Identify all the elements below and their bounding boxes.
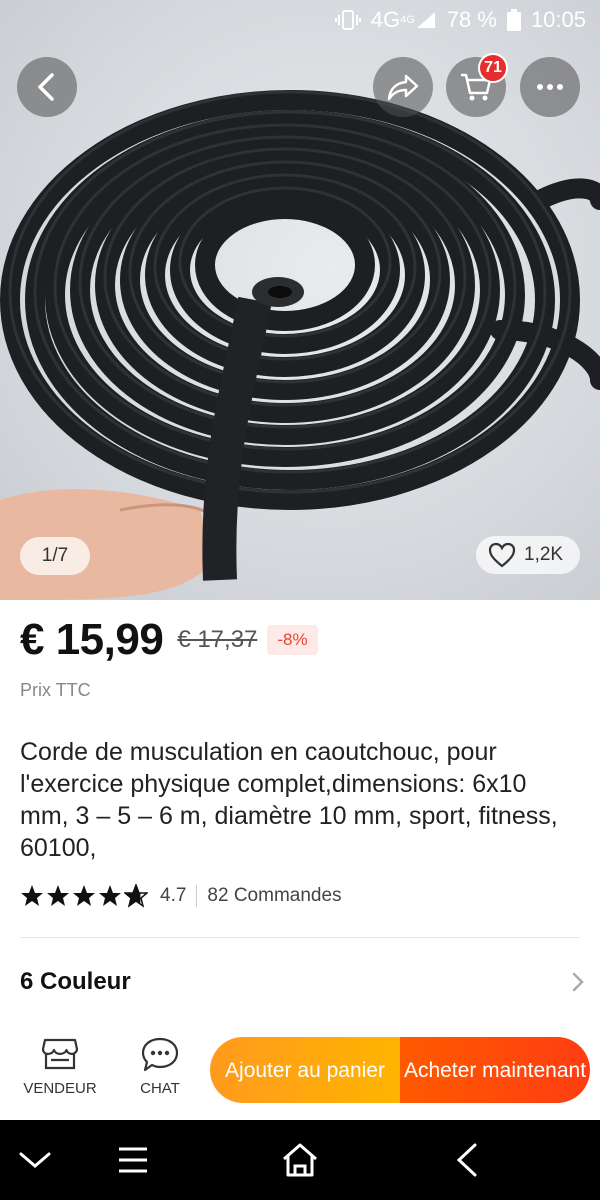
status-bar: 4G 4G 78 % 10:05 [0,0,600,40]
star-icon [73,885,95,906]
chat-button[interactable]: CHAT [128,1036,192,1097]
star-icon [99,885,121,906]
more-icon [537,84,563,90]
section-divider [20,937,580,938]
discount-badge: -8% [267,625,318,655]
chat-icon [141,1037,179,1072]
chevron-down-icon [19,1152,51,1168]
seller-button[interactable]: VENDEUR [23,1036,97,1097]
more-button[interactable] [520,57,580,117]
add-to-cart-button[interactable]: Ajouter au panier [210,1037,400,1103]
back-icon [38,73,54,101]
nav-menu-button[interactable] [108,1138,158,1182]
original-price: € 17,37 [177,626,258,653]
product-image-gallery[interactable] [0,0,600,600]
product-title: Corde de musculation en caoutchouc, pour… [20,738,558,862]
star-icon [47,885,69,906]
nav-back-button[interactable] [442,1138,492,1182]
wishlist-button[interactable]: 1,2K [476,536,580,574]
chat-label: CHAT [140,1080,180,1097]
rating-divider [196,885,198,907]
tax-note: Prix TTC [20,680,91,700]
signal-icon [416,12,435,28]
share-button[interactable] [373,57,433,117]
clock: 10:05 [530,7,586,32]
menu-icon [119,1147,147,1173]
system-navigation-bar [0,1120,600,1200]
network-indicator: 4G 4G [371,7,437,33]
nav-hide-button[interactable] [10,1138,60,1182]
rating-value: 4.7 [160,885,187,906]
product-photo [0,90,600,600]
rating-stars [20,884,148,908]
seller-label: VENDEUR [23,1080,97,1097]
home-icon [283,1143,317,1177]
back-button[interactable] [17,57,77,117]
price-row: € 15,99 € 17,37 -8% [20,615,318,665]
color-selector-row[interactable]: 6 Couleur [20,968,585,996]
star-icon [21,885,43,906]
star-half-icon [124,884,148,908]
heart-icon [488,542,516,568]
back-arrow-icon [456,1143,477,1177]
store-icon [41,1038,79,1070]
battery-icon [506,9,521,31]
buy-now-button[interactable]: Acheter maintenant [400,1037,590,1103]
action-bar: VENDEUR CHAT Ajouter au panier Acheter m… [0,1030,600,1120]
cart-count-badge: 71 [478,53,508,83]
colors-label: 6 Couleur [20,968,131,995]
current-price: € 15,99 [20,615,164,664]
orders-count: 82 Commandes [207,885,342,906]
nav-home-button[interactable] [275,1138,325,1182]
rating-row[interactable]: 4.7 82 Commandes [20,884,342,908]
vibrate-icon [334,9,361,31]
share-icon [387,74,419,101]
gallery-page-indicator: 1/7 [20,537,90,575]
chevron-right-icon [572,972,584,992]
wishlist-count: 1,2K [524,544,564,565]
cart-button[interactable]: 71 [446,53,508,117]
battery-level: 78 % [446,7,497,32]
